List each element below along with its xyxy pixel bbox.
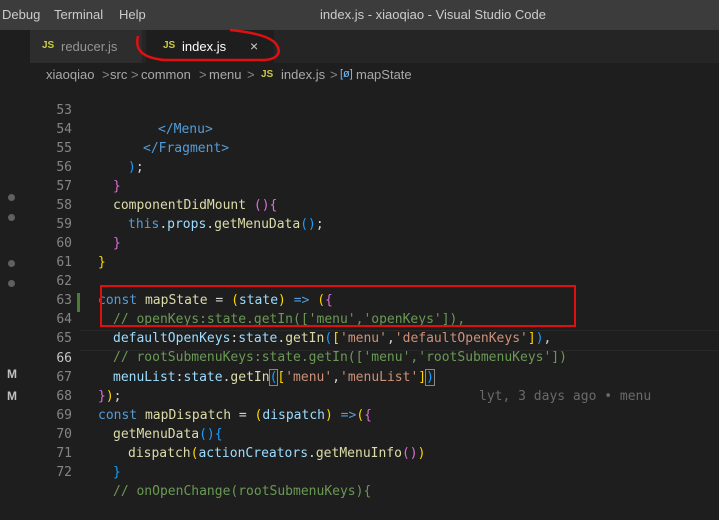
breadcrumb-item[interactable]: mapState <box>356 67 412 82</box>
chevron-right-icon: > <box>102 67 110 82</box>
chevron-right-icon: > <box>131 67 139 82</box>
breadcrumb-item[interactable]: menu <box>209 67 242 82</box>
code-line: 60 } <box>30 215 719 270</box>
code-line: 70 dispatch(actionCreators.getMenuInfo()… <box>30 406 719 461</box>
breadcrumb-item[interactable]: xiaoqiao <box>46 67 94 82</box>
chevron-right-icon: > <box>199 67 207 82</box>
breadcrumb-item[interactable]: index.js <box>281 67 325 82</box>
code-line: 72 // onOpenChange(rootSubmenuKeys){ <box>30 444 719 499</box>
code-line: 66 menuList:state.getIn(['menu','menuLis… <box>30 330 719 404</box>
code-line: 58 this.props.getMenuData(); <box>30 177 719 232</box>
chevron-right-icon: > <box>330 67 338 82</box>
code-line: 71 } <box>30 425 719 480</box>
code-line: 61 <box>30 234 719 270</box>
code-line: 62 const mapState = (state) => ({ <box>30 253 719 308</box>
breadcrumb-item[interactable]: src <box>110 67 127 82</box>
annotation-box <box>100 285 576 327</box>
code-line: 67 }); <box>30 349 719 404</box>
code-line: 56 } <box>30 139 719 194</box>
code-line: 59 } <box>30 196 719 251</box>
annotation-stroke <box>136 28 280 62</box>
code-line: 69 getMenuData(){ <box>30 387 719 442</box>
variable-symbol-icon: [ø] <box>340 68 353 80</box>
breadcrumb-item[interactable]: common <box>141 67 191 82</box>
chevron-right-icon: > <box>247 67 255 82</box>
line-number: 72 <box>56 465 72 480</box>
code-line: 55 ); <box>30 120 719 175</box>
code-line: 57 componentDidMount (){ <box>30 158 719 213</box>
code-line: 68 const mapDispatch = (dispatch) =>({ <box>30 368 719 423</box>
code-line: 53 </Menu> <box>30 82 719 137</box>
js-file-icon: JS <box>261 69 274 80</box>
code-line: 54 </Fragment> <box>30 101 719 156</box>
code-editor[interactable]: 53 </Menu> 54 </Fragment> 55 ); 56 } 57 … <box>30 82 719 499</box>
